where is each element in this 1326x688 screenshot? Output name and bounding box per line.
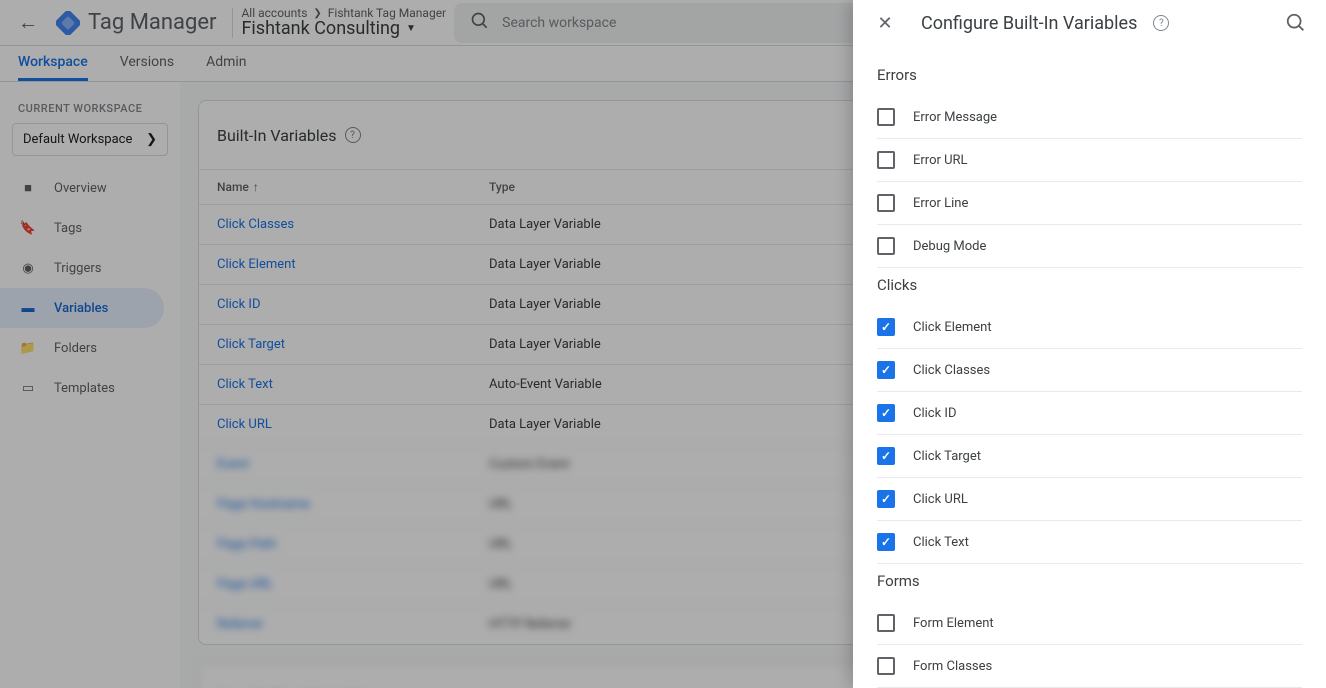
panel-search-button[interactable] <box>1278 5 1314 41</box>
variable-toggle-row[interactable]: Click Text <box>877 521 1302 564</box>
variable-label: Click ID <box>913 406 956 421</box>
checkbox[interactable] <box>877 237 895 255</box>
variable-toggle-row[interactable]: Debug Mode <box>877 225 1302 268</box>
help-icon[interactable]: ? <box>1153 15 1169 31</box>
variable-label: Click Classes <box>913 363 990 378</box>
variable-label: Click Element <box>913 320 992 335</box>
panel-title: Configure Built-In Variables <box>921 13 1137 34</box>
variable-toggle-row[interactable]: Click Classes <box>877 349 1302 392</box>
variable-label: Form Classes <box>913 659 992 674</box>
variable-label: Form Element <box>913 616 994 631</box>
variable-toggle-row[interactable]: Click URL <box>877 478 1302 521</box>
variable-toggle-row[interactable]: Click ID <box>877 392 1302 435</box>
variable-label: Click Text <box>913 535 969 550</box>
checkbox[interactable] <box>877 490 895 508</box>
variable-toggle-row[interactable]: Click Element <box>877 306 1302 349</box>
variable-toggle-row[interactable]: Form Classes <box>877 645 1302 688</box>
checkbox[interactable] <box>877 533 895 551</box>
checkbox[interactable] <box>877 447 895 465</box>
variable-toggle-row[interactable]: Error Line <box>877 182 1302 225</box>
variable-label: Debug Mode <box>913 239 986 254</box>
variable-label: Error Message <box>913 110 997 125</box>
checkbox[interactable] <box>877 404 895 422</box>
checkbox[interactable] <box>877 151 895 169</box>
checkbox[interactable] <box>877 318 895 336</box>
configure-panel: ✕ Configure Built-In Variables ? Errors E… <box>853 0 1326 688</box>
section-title: Clicks <box>877 276 1302 294</box>
close-button[interactable]: ✕ <box>865 3 905 43</box>
variable-toggle-row[interactable]: Form Element <box>877 602 1302 645</box>
checkbox[interactable] <box>877 614 895 632</box>
checkbox[interactable] <box>877 194 895 212</box>
variable-toggle-row[interactable]: Error Message <box>877 96 1302 139</box>
section-title: Forms <box>877 572 1302 590</box>
variable-label: Click Target <box>913 449 981 464</box>
variable-label: Error Line <box>913 196 968 211</box>
variable-label: Click URL <box>913 492 968 507</box>
checkbox[interactable] <box>877 361 895 379</box>
variable-label: Error URL <box>913 153 968 168</box>
checkbox[interactable] <box>877 657 895 675</box>
variable-toggle-row[interactable]: Error URL <box>877 139 1302 182</box>
checkbox[interactable] <box>877 108 895 126</box>
section-title: Errors <box>877 66 1302 84</box>
variable-toggle-row[interactable]: Click Target <box>877 435 1302 478</box>
